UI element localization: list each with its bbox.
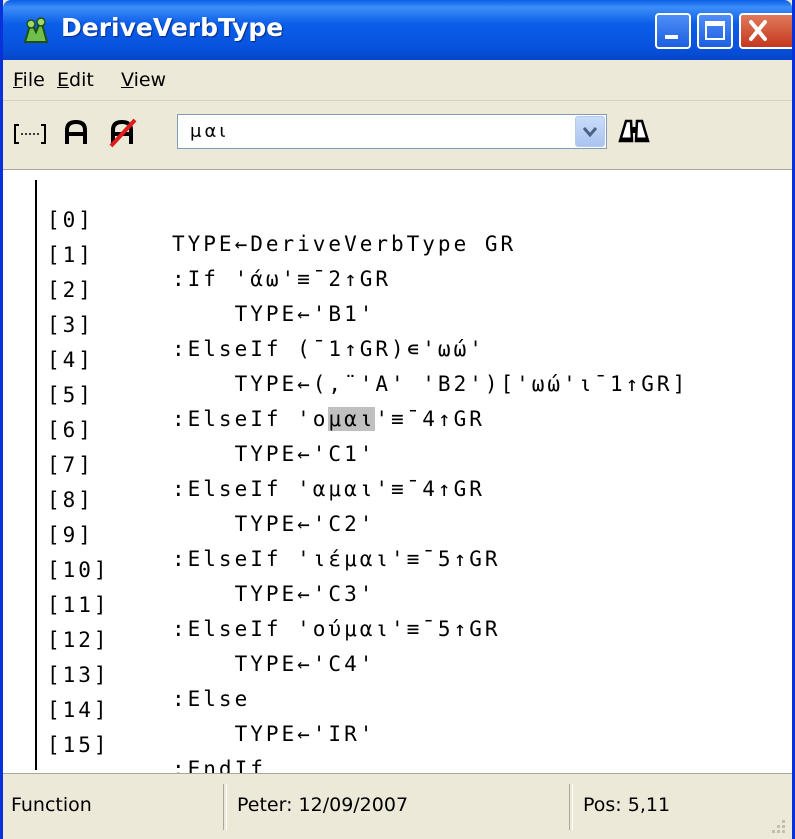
line-code: :ElseIf 'ιέμαι'≡¯5↑GR [172, 547, 501, 571]
line-code: TYPE←'C3' [172, 582, 376, 606]
line-code: :Else [172, 687, 251, 711]
code-line[interactable]: [15] :EndIf [3, 709, 263, 773]
search-case-icon[interactable] [61, 118, 91, 148]
line-code: :ElseIf 'oμαι'≡¯4↑GR [172, 407, 485, 431]
status-author-date: Peter: 12/09/2007 [237, 794, 409, 816]
function-icon [23, 16, 49, 43]
search-input[interactable]: μαι [177, 114, 607, 149]
code-line[interactable]: [14] TYPE←'IR' [3, 674, 372, 746]
chevron-down-icon [582, 127, 598, 138]
status-type: Function [11, 794, 92, 816]
line-code: TYPE←'C4' [172, 652, 376, 676]
code-line[interactable]: [7] :ElseIf 'αμαι'≡¯4↑GR [3, 429, 482, 501]
code-text: :ElseIf 'o [172, 407, 329, 431]
menu-view[interactable]: View [121, 69, 166, 91]
line-number: [15] [47, 733, 110, 757]
search-value: μαι [190, 121, 229, 142]
line-code: TYPE←DeriveVerbType GR [172, 232, 517, 256]
code-line[interactable]: [9] :ElseIf 'ιέμαι'≡¯5↑GR [3, 499, 498, 571]
maximize-button[interactable] [697, 13, 733, 49]
bracket-toggle-icon[interactable] [13, 121, 47, 147]
search-dropdown-button[interactable] [575, 116, 605, 147]
minimize-button[interactable] [655, 13, 691, 49]
search-match-highlight: μαι [328, 407, 376, 431]
editor-window: DeriveVerbType File Edit View μαι [0] TY… [0, 0, 795, 839]
line-code: :EndIf [172, 757, 266, 773]
code-line[interactable]: [11] :ElseIf 'oύμαι'≡¯5↑GR [3, 569, 498, 641]
search-case-off-icon[interactable] [107, 118, 139, 148]
code-line[interactable]: [12] TYPE←'C4' [3, 604, 372, 676]
code-line[interactable]: [4] TYPE←(,¨'A' 'B2')['ωώ'⍳¯1↑GR] [3, 324, 685, 396]
code-line[interactable]: [3] :ElseIf (¯1↑GR)∊'ωώ' [3, 289, 482, 361]
line-code: :ElseIf (¯1↑GR)∊'ωώ' [172, 337, 485, 361]
line-code: :ElseIf 'αμαι'≡¯4↑GR [172, 477, 485, 501]
close-icon [749, 20, 767, 41]
code-line[interactable]: [13] :Else [3, 639, 247, 711]
line-code: TYPE←'C2' [172, 512, 376, 536]
line-code: :ElseIf 'oύμαι'≡¯5↑GR [172, 617, 501, 641]
menu-file[interactable]: File [13, 69, 45, 91]
maximize-icon [705, 21, 725, 40]
status-divider [569, 784, 573, 830]
status-bar: Function Peter: 12/09/2007 Pos: 5,11 [3, 773, 792, 839]
line-code: TYPE←'C1' [172, 442, 376, 466]
code-line[interactable]: [1] :If 'άω'≡¯2↑GR [3, 219, 388, 291]
line-code: :If 'άω'≡¯2↑GR [172, 267, 392, 291]
status-position: Pos: 5,11 [583, 794, 671, 816]
code-line[interactable]: [6] TYPE←'C1' [3, 394, 372, 466]
close-button[interactable] [739, 13, 792, 49]
code-text: '≡¯4↑GR [375, 407, 485, 431]
menu-edit[interactable]: Edit [57, 69, 94, 91]
menu-bar: File Edit View [3, 60, 792, 101]
line-code: TYPE←(,¨'A' 'B2')['ωώ'⍳¯1↑GR] [172, 372, 689, 396]
minimize-icon [665, 35, 678, 39]
binoculars-icon[interactable] [617, 115, 651, 147]
code-line[interactable]: [2] TYPE←'B1' [3, 254, 372, 326]
code-line-current[interactable]: [5] :ElseIf 'oμαι'≡¯4↑GR [3, 359, 482, 431]
window-title: DeriveVerbType [61, 13, 284, 42]
code-editor[interactable]: [0] TYPE←DeriveVerbType GR [1] :If 'άω'≡… [3, 170, 792, 773]
code-line[interactable]: [10] TYPE←'C3' [3, 534, 372, 606]
status-divider [223, 784, 227, 830]
line-code: TYPE←'B1' [172, 302, 376, 326]
title-bar[interactable]: DeriveVerbType [3, 0, 792, 60]
resize-grip-icon[interactable] [768, 816, 788, 836]
code-line[interactable]: [0] TYPE←DeriveVerbType GR [3, 184, 513, 256]
toolbar: μαι [3, 101, 792, 170]
code-line[interactable]: [8] TYPE←'C2' [3, 464, 372, 536]
line-code: TYPE←'IR' [172, 722, 376, 746]
